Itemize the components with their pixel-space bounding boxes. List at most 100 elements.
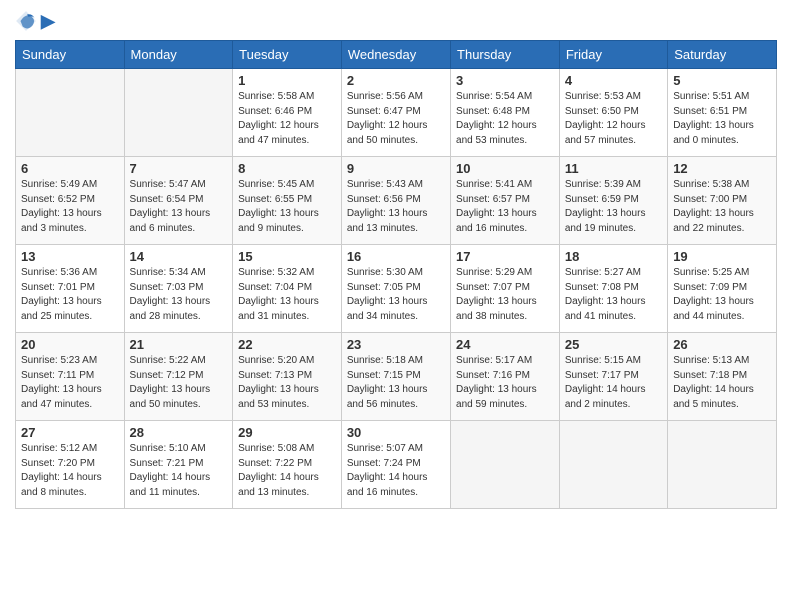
day-cell: 16 Sunrise: 5:30 AM Sunset: 7:05 PM Dayli… [341,245,450,333]
day-info: Sunrise: 5:23 AM Sunset: 7:11 PM Dayligh… [21,354,119,412]
day-cell [16,69,125,157]
weekday-header-friday: Friday [559,41,667,69]
day-info: Sunrise: 5:41 AM Sunset: 6:57 PM Dayligh… [456,178,554,236]
day-cell: 15Sunrise: 5:32 AM Sunset: 7:04 PM Dayli… [233,245,342,333]
weekday-header-monday: Monday [124,41,233,69]
day-cell: 30 Sunrise: 5:07 AM Sunset: 7:24 PM Dayli… [341,421,450,509]
day-cell: 29 Sunrise: 5:08 AM Sunset: 7:22 PM Dayli… [233,421,342,509]
page-header: ▶ [15,10,777,32]
day-info: Sunrise: 5:51 AM Sunset: 6:51 PM Dayligh… [673,90,771,148]
day-number: 5 [673,73,771,88]
day-number: 12 [673,161,771,176]
weekday-header-row: SundayMondayTuesdayWednesdayThursdayFrid… [16,41,777,69]
day-cell: 19 Sunrise: 5:25 AM Sunset: 7:09 PM Dayli… [668,245,777,333]
week-row-4: 20 Sunrise: 5:23 AM Sunset: 7:11 PM Dayli… [16,333,777,421]
day-number: 19 [673,249,771,264]
day-number: 30 [347,425,445,440]
day-cell: 4Sunrise: 5:53 AM Sunset: 6:50 PM Daylig… [559,69,667,157]
day-info: Sunrise: 5:34 AM Sunset: 7:03 PM Dayligh… [130,266,228,324]
weekday-header-tuesday: Tuesday [233,41,342,69]
day-info: Sunrise: 5:08 AM Sunset: 7:22 PM Dayligh… [238,442,336,500]
day-number: 17 [456,249,554,264]
day-info: Sunrise: 5:58 AM Sunset: 6:46 PM Dayligh… [238,90,336,148]
day-cell: 8 Sunrise: 5:45 AM Sunset: 6:55 PM Daylig… [233,157,342,245]
day-info: Sunrise: 5:47 AM Sunset: 6:54 PM Dayligh… [130,178,228,236]
day-cell [124,69,233,157]
week-row-3: 13Sunrise: 5:36 AM Sunset: 7:01 PM Dayli… [16,245,777,333]
day-info: Sunrise: 5:17 AM Sunset: 7:16 PM Dayligh… [456,354,554,412]
weekday-header-thursday: Thursday [451,41,560,69]
day-info: Sunrise: 5:30 AM Sunset: 7:05 PM Dayligh… [347,266,445,324]
day-cell: 3 Sunrise: 5:54 AM Sunset: 6:48 PM Daylig… [451,69,560,157]
day-cell: 17 Sunrise: 5:29 AM Sunset: 7:07 PM Dayli… [451,245,560,333]
day-number: 18 [565,249,662,264]
day-info: Sunrise: 5:29 AM Sunset: 7:07 PM Dayligh… [456,266,554,324]
day-info: Sunrise: 5:32 AM Sunset: 7:04 PM Dayligh… [238,266,336,324]
day-cell: 13Sunrise: 5:36 AM Sunset: 7:01 PM Dayli… [16,245,125,333]
day-info: Sunrise: 5:45 AM Sunset: 6:55 PM Dayligh… [238,178,336,236]
day-info: Sunrise: 5:07 AM Sunset: 7:24 PM Dayligh… [347,442,445,500]
week-row-1: 1 Sunrise: 5:58 AM Sunset: 6:46 PM Daylig… [16,69,777,157]
logo-blue-text: ▶ [41,11,55,31]
day-number: 28 [130,425,228,440]
day-number: 10 [456,161,554,176]
day-cell: 10 Sunrise: 5:41 AM Sunset: 6:57 PM Dayli… [451,157,560,245]
weekday-header-sunday: Sunday [16,41,125,69]
day-cell: 6 Sunrise: 5:49 AM Sunset: 6:52 PM Daylig… [16,157,125,245]
day-info: Sunrise: 5:54 AM Sunset: 6:48 PM Dayligh… [456,90,554,148]
logo: ▶ [15,10,55,32]
day-cell: 1 Sunrise: 5:58 AM Sunset: 6:46 PM Daylig… [233,69,342,157]
day-cell [559,421,667,509]
day-number: 1 [238,73,336,88]
day-info: Sunrise: 5:13 AM Sunset: 7:18 PM Dayligh… [673,354,771,412]
logo-text: ▶ [41,12,55,31]
day-cell: 12 Sunrise: 5:38 AM Sunset: 7:00 PM Dayli… [668,157,777,245]
day-number: 24 [456,337,554,352]
day-info: Sunrise: 5:27 AM Sunset: 7:08 PM Dayligh… [565,266,662,324]
calendar-table: SundayMondayTuesdayWednesdayThursdayFrid… [15,40,777,509]
day-cell: 26 Sunrise: 5:13 AM Sunset: 7:18 PM Dayli… [668,333,777,421]
day-number: 20 [21,337,119,352]
day-info: Sunrise: 5:38 AM Sunset: 7:00 PM Dayligh… [673,178,771,236]
week-row-5: 27 Sunrise: 5:12 AM Sunset: 7:20 PM Dayli… [16,421,777,509]
day-number: 23 [347,337,445,352]
day-cell: 28Sunrise: 5:10 AM Sunset: 7:21 PM Dayli… [124,421,233,509]
day-info: Sunrise: 5:12 AM Sunset: 7:20 PM Dayligh… [21,442,119,500]
day-number: 6 [21,161,119,176]
page-container: ▶ SundayMondayTuesdayWednesdayThursdayFr… [0,0,792,524]
day-number: 27 [21,425,119,440]
day-info: Sunrise: 5:53 AM Sunset: 6:50 PM Dayligh… [565,90,662,148]
day-number: 21 [130,337,228,352]
day-info: Sunrise: 5:20 AM Sunset: 7:13 PM Dayligh… [238,354,336,412]
day-number: 7 [130,161,228,176]
weekday-header-wednesday: Wednesday [341,41,450,69]
day-number: 16 [347,249,445,264]
day-info: Sunrise: 5:25 AM Sunset: 7:09 PM Dayligh… [673,266,771,324]
weekday-header-saturday: Saturday [668,41,777,69]
day-number: 26 [673,337,771,352]
day-cell: 18 Sunrise: 5:27 AM Sunset: 7:08 PM Dayli… [559,245,667,333]
day-info: Sunrise: 5:56 AM Sunset: 6:47 PM Dayligh… [347,90,445,148]
day-cell: 7 Sunrise: 5:47 AM Sunset: 6:54 PM Daylig… [124,157,233,245]
day-info: Sunrise: 5:22 AM Sunset: 7:12 PM Dayligh… [130,354,228,412]
day-number: 8 [238,161,336,176]
day-number: 29 [238,425,336,440]
day-cell: 22 Sunrise: 5:20 AM Sunset: 7:13 PM Dayli… [233,333,342,421]
day-number: 14 [130,249,228,264]
day-cell: 14 Sunrise: 5:34 AM Sunset: 7:03 PM Dayli… [124,245,233,333]
day-number: 25 [565,337,662,352]
week-row-2: 6 Sunrise: 5:49 AM Sunset: 6:52 PM Daylig… [16,157,777,245]
day-cell: 21 Sunrise: 5:22 AM Sunset: 7:12 PM Dayli… [124,333,233,421]
day-cell: 24 Sunrise: 5:17 AM Sunset: 7:16 PM Dayli… [451,333,560,421]
day-cell: 27 Sunrise: 5:12 AM Sunset: 7:20 PM Dayli… [16,421,125,509]
day-info: Sunrise: 5:43 AM Sunset: 6:56 PM Dayligh… [347,178,445,236]
day-number: 11 [565,161,662,176]
day-cell: 11Sunrise: 5:39 AM Sunset: 6:59 PM Dayli… [559,157,667,245]
day-cell: 25Sunrise: 5:15 AM Sunset: 7:17 PM Dayli… [559,333,667,421]
day-info: Sunrise: 5:49 AM Sunset: 6:52 PM Dayligh… [21,178,119,236]
day-number: 9 [347,161,445,176]
day-number: 22 [238,337,336,352]
day-cell: 23 Sunrise: 5:18 AM Sunset: 7:15 PM Dayli… [341,333,450,421]
day-info: Sunrise: 5:18 AM Sunset: 7:15 PM Dayligh… [347,354,445,412]
day-number: 3 [456,73,554,88]
